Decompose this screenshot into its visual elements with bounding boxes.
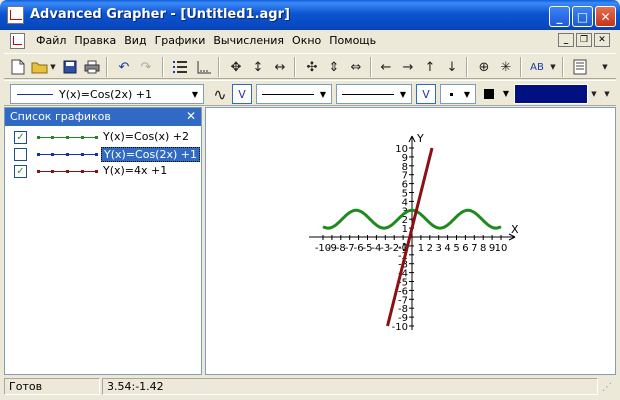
x-tick-label: 4 — [444, 243, 450, 254]
resize-grip-icon[interactable]: ⋰ — [602, 382, 614, 394]
color-dropdown-icon[interactable]: ▼ — [588, 84, 600, 104]
x-tick-label: 7 — [471, 243, 477, 254]
line-width-select[interactable]: ▼ — [336, 84, 412, 104]
graph-row[interactable]: Y(x)=Cos(2x) +1 — [5, 146, 201, 163]
x-tick-label: 2 — [427, 243, 433, 254]
status-text: Готов — [4, 378, 100, 395]
marker-style-icon[interactable]: V — [416, 84, 436, 104]
x-axis-label: X — [511, 223, 519, 236]
x-tick-label: 3 — [436, 243, 442, 254]
menu-graphs[interactable]: Графики — [151, 34, 210, 47]
x-tick-label: 10 — [495, 243, 508, 254]
new-file-icon[interactable] — [8, 57, 28, 77]
panel-header: Список графиков ✕ — [5, 108, 201, 126]
open-dropdown-icon[interactable]: ▼ — [48, 57, 58, 77]
curve-type-icon[interactable]: ∿ — [210, 84, 230, 104]
chevron-down-icon[interactable]: ▼ — [188, 86, 202, 102]
menu-window[interactable]: Окно — [288, 34, 325, 47]
x-tick-label: 5 — [453, 243, 459, 254]
line-style-select[interactable]: ▼ — [256, 84, 332, 104]
shrink-vertical-icon[interactable]: ⇕ — [324, 57, 344, 77]
graph-checkbox[interactable] — [14, 148, 27, 161]
print-icon[interactable] — [82, 57, 102, 77]
panel-title: Список графиков — [10, 110, 111, 123]
plot-svg: XY-10-9-8-7-6-5-4-3-2-1 1 2 3 4 5 6 7 8 9 10109876… — [309, 132, 519, 333]
toolbar-overflow-icon[interactable]: ▼ — [602, 84, 612, 104]
marker-select[interactable]: ▼ — [440, 84, 476, 104]
arrow-up-icon[interactable]: ↑ — [420, 57, 440, 77]
text-style-icon[interactable]: AB — [526, 57, 548, 77]
stretch-horizontal-icon[interactable]: ↔ — [270, 57, 290, 77]
graph-toolbar: Y(x)=Cos(2x) +1 ▼ ∿ V ▼ ▼ V ▼ ▼ ▼ ▼ — [4, 80, 616, 106]
mdi-restore-button[interactable]: ❐ — [576, 33, 592, 47]
document-icon[interactable] — [10, 33, 25, 49]
chevron-down-icon[interactable]: ▼ — [499, 85, 513, 101]
graph-row[interactable]: ✓ Y(x)=Cos(x) +2 — [5, 129, 201, 146]
y-tick-label: 1 — [402, 224, 408, 235]
menu-edit[interactable]: Правка — [70, 34, 120, 47]
stretch-vertical-icon[interactable]: ↕ — [248, 57, 268, 77]
cursor-coordinates: 3.54:-1.42 — [102, 378, 598, 395]
marker-fill-select[interactable]: ▼ — [480, 84, 514, 104]
graph-line-sample — [37, 153, 98, 156]
menu-help[interactable]: Помощь — [325, 34, 380, 47]
menu-file[interactable]: Файл — [32, 34, 70, 47]
menu-calculations[interactable]: Вычисления — [209, 34, 288, 47]
app-icon[interactable] — [7, 6, 24, 24]
y-axis-label: Y — [416, 132, 424, 145]
close-button[interactable]: ✕ — [595, 6, 616, 27]
crosshair-icon[interactable]: ⊕ — [474, 57, 494, 77]
y-tick-label: -10 — [392, 322, 408, 333]
chevron-down-icon[interactable]: ▼ — [460, 86, 474, 102]
chevron-down-icon[interactable]: ▼ — [316, 86, 330, 102]
graph-canvas[interactable]: X Y -10 -9 -8 -7 -6 -5 -4 -3 -2 -1 1 2 3 4 5 6 7 8 9 10 10 9 8 7 6… — [205, 107, 616, 375]
graph-label: Y(x)=Cos(2x) +1 — [101, 147, 200, 162]
graph-line-sample — [37, 136, 98, 139]
graph-select[interactable]: Y(x)=Cos(2x) +1 ▼ — [10, 84, 204, 104]
menu-view[interactable]: Вид — [120, 34, 150, 47]
arrow-right-icon[interactable]: → — [398, 57, 418, 77]
graph-label: Y(x)=Cos(x) +2 — [103, 130, 189, 143]
toolbar-overflow-icon[interactable]: ▼ — [600, 57, 610, 77]
chevron-down-icon[interactable]: ▼ — [396, 86, 410, 102]
move-icon[interactable]: ✥ — [226, 57, 246, 77]
x-tick-label: 6 — [462, 243, 468, 254]
menu-bar: Файл Правка Вид Графики Вычисления Окно … — [4, 30, 616, 52]
x-tick-label: 1 — [418, 243, 424, 254]
graph-select-value: Y(x)=Cos(2x) +1 — [59, 88, 152, 101]
graph-list-panel: Список графиков ✕ ✓ Y(x)=Cos(x) +2 Y(x)=… — [4, 107, 202, 375]
arrow-left-icon[interactable]: ← — [376, 57, 396, 77]
graph-row[interactable]: ✓ Y(x)=4x +1 — [5, 163, 201, 180]
mdi-close-button[interactable]: ✕ — [594, 33, 610, 47]
panel-close-icon[interactable]: ✕ — [186, 109, 196, 123]
x-tick-label: 8 — [480, 243, 486, 254]
asterisk-icon[interactable]: ✳ — [496, 57, 516, 77]
minimize-button[interactable]: _ — [549, 6, 570, 27]
arrow-down-icon[interactable]: ↓ — [442, 57, 462, 77]
window-title: Advanced Grapher - [Untitled1.agr] — [30, 7, 290, 22]
graph-checkbox[interactable]: ✓ — [14, 131, 27, 144]
graph-list-icon[interactable] — [170, 57, 190, 77]
mdi-minimize-button[interactable]: _ — [558, 33, 574, 47]
zoom-in-icon[interactable]: ✣ — [302, 57, 322, 77]
graph-label: Y(x)=4x +1 — [103, 164, 168, 177]
undo-icon[interactable]: ↶ — [114, 57, 134, 77]
title-bar: Advanced Grapher - [Untitled1.agr] _ □ ✕ — [0, 0, 620, 30]
save-icon[interactable] — [60, 57, 80, 77]
graph-checkbox[interactable]: ✓ — [14, 165, 27, 178]
shrink-horizontal-icon[interactable]: ⇔ — [346, 57, 366, 77]
graph-line-sample — [37, 170, 98, 173]
main-toolbar: ▼ ↶ ↷ ✥ ↕ ↔ ✣ ⇕ ⇔ ← → ↑ ↓ ⊕ ✳ AB ▼ ▼ — [4, 53, 616, 79]
open-folder-icon[interactable] — [30, 57, 50, 77]
status-bar: Готов 3.54:-1.42 ⋰ — [4, 377, 616, 396]
properties-icon[interactable] — [570, 57, 590, 77]
point-style-icon[interactable]: V — [232, 84, 252, 104]
maximize-button[interactable]: □ — [572, 6, 593, 27]
axes-icon[interactable] — [194, 57, 214, 77]
text-style-dropdown-icon[interactable]: ▼ — [548, 57, 558, 77]
redo-icon[interactable]: ↷ — [136, 57, 156, 77]
graph-color-select[interactable] — [514, 84, 588, 104]
